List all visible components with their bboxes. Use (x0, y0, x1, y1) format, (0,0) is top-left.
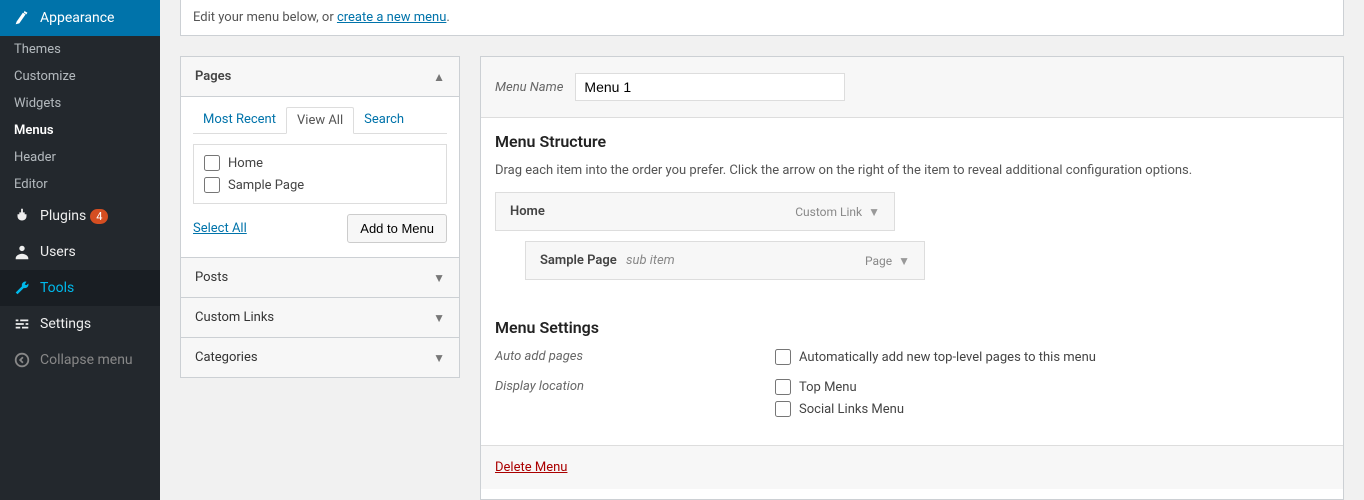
sidebar-sub-menus[interactable]: Menus (0, 117, 160, 144)
auto-add-checkbox[interactable] (775, 349, 791, 365)
menu-structure-heading: Menu Structure (495, 132, 1329, 151)
user-icon (12, 242, 32, 262)
menu-structure-desc: Drag each item into the order you prefer… (495, 163, 1329, 178)
plugins-badge: 4 (90, 209, 108, 224)
display-social-checkbox[interactable] (775, 401, 791, 417)
categories-title: Categories (195, 350, 258, 365)
menu-item-sample-page[interactable]: Sample Page sub item Page ▼ (525, 241, 925, 280)
select-all-link[interactable]: Select All (193, 221, 247, 236)
sliders-icon (12, 314, 32, 334)
menu-item-title-wrap: Sample Page sub item (540, 253, 675, 268)
chevron-down-icon[interactable]: ▼ (898, 254, 910, 268)
page-checkbox-sample[interactable]: Sample Page (204, 177, 436, 193)
sidebar-item-appearance[interactable]: Appearance (0, 0, 160, 36)
admin-sidebar: Appearance Themes Customize Widgets Menu… (0, 0, 160, 500)
page-label-home: Home (228, 156, 263, 171)
wrench-icon (12, 278, 32, 298)
sidebar-label-users: Users (40, 244, 76, 260)
sidebar-sub-customize[interactable]: Customize (0, 63, 160, 90)
display-top-option[interactable]: Top Menu (775, 379, 904, 395)
sidebar-label-settings: Settings (40, 316, 91, 332)
page-label-sample: Sample Page (228, 178, 304, 193)
sidebar-label-plugins: Plugins (40, 208, 86, 224)
sidebar-item-collapse[interactable]: Collapse menu (0, 342, 160, 378)
tab-view-all[interactable]: View All (286, 107, 354, 134)
delete-menu-link[interactable]: Delete Menu (495, 460, 567, 475)
auto-add-text: Automatically add new top-level pages to… (799, 350, 1096, 365)
display-top-text: Top Menu (799, 380, 857, 395)
caret-down-icon: ▼ (433, 311, 445, 325)
brush-icon (12, 8, 32, 28)
display-social-text: Social Links Menu (799, 402, 904, 417)
sidebar-sub-themes[interactable]: Themes (0, 36, 160, 63)
sidebar-item-tools[interactable]: Tools (0, 270, 160, 306)
create-menu-link[interactable]: create a new menu (337, 10, 446, 25)
display-location-label: Display location (495, 379, 775, 394)
pages-list: Home Sample Page (193, 144, 447, 204)
sidebar-label-tools: Tools (40, 280, 74, 296)
page-checkbox-home[interactable]: Home (204, 155, 436, 171)
caret-down-icon: ▼ (433, 351, 445, 365)
sidebar-sub-editor[interactable]: Editor (0, 171, 160, 198)
custom-links-accordion-head[interactable]: Custom Links ▼ (181, 298, 459, 337)
sidebar-sub-header[interactable]: Header (0, 144, 160, 171)
checkbox-home[interactable] (204, 155, 220, 171)
menu-name-label: Menu Name (495, 80, 563, 95)
sidebar-label-appearance: Appearance (40, 10, 114, 26)
collapse-icon (12, 350, 32, 370)
menu-item-type: Custom Link ▼ (795, 205, 880, 219)
posts-accordion-head[interactable]: Posts ▼ (181, 258, 459, 297)
menu-item-title: Sample Page (540, 253, 617, 268)
pages-tabs: Most Recent View All Search (193, 107, 447, 134)
caret-up-icon: ▲ (433, 70, 445, 84)
sidebar-item-users[interactable]: Users (0, 234, 160, 270)
notice-pre: Edit your menu below, or (193, 10, 337, 25)
sidebar-label-collapse: Collapse menu (40, 352, 133, 368)
pages-accordion: Pages ▲ Most Recent View All Search Home… (180, 56, 460, 258)
main-content: Edit your menu below, or create a new me… (160, 0, 1364, 500)
menu-name-row: Menu Name (481, 57, 1343, 118)
sidebar-item-settings[interactable]: Settings (0, 306, 160, 342)
add-to-menu-button[interactable]: Add to Menu (347, 214, 447, 243)
posts-title: Posts (195, 270, 228, 285)
custom-links-title: Custom Links (195, 310, 274, 325)
menu-item-subtext: sub item (626, 253, 675, 268)
pages-title: Pages (195, 69, 231, 84)
menu-settings-section: Menu Settings Auto add pages Automatical… (481, 304, 1343, 445)
notice-post: . (446, 10, 449, 25)
tab-search[interactable]: Search (354, 107, 414, 133)
sidebar-sub-widgets[interactable]: Widgets (0, 90, 160, 117)
menu-item-title: Home (510, 204, 545, 219)
edit-menu-notice: Edit your menu below, or create a new me… (180, 0, 1344, 36)
checkbox-sample[interactable] (204, 177, 220, 193)
display-social-option[interactable]: Social Links Menu (775, 401, 904, 417)
chevron-down-icon[interactable]: ▼ (868, 205, 880, 219)
menu-settings-heading: Menu Settings (495, 318, 1329, 337)
menu-item-type: Page ▼ (865, 254, 910, 268)
caret-down-icon: ▼ (433, 271, 445, 285)
menu-footer: Delete Menu (481, 445, 1343, 489)
categories-accordion-head[interactable]: Categories ▼ (181, 338, 459, 377)
auto-add-option[interactable]: Automatically add new top-level pages to… (775, 349, 1096, 365)
sidebar-item-plugins[interactable]: Plugins 4 (0, 198, 160, 234)
menu-editor: Menu Name Menu Structure Drag each item … (480, 56, 1344, 500)
add-items-column: Pages ▲ Most Recent View All Search Home… (180, 56, 460, 500)
auto-add-label: Auto add pages (495, 349, 775, 364)
display-top-checkbox[interactable] (775, 379, 791, 395)
menu-name-input[interactable] (575, 73, 845, 101)
menu-structure-section: Menu Structure Drag each item into the o… (481, 118, 1343, 304)
pages-accordion-head[interactable]: Pages ▲ (181, 57, 459, 97)
plug-icon (12, 206, 32, 226)
menu-item-home[interactable]: Home Custom Link ▼ (495, 192, 895, 231)
tab-most-recent[interactable]: Most Recent (193, 107, 286, 133)
